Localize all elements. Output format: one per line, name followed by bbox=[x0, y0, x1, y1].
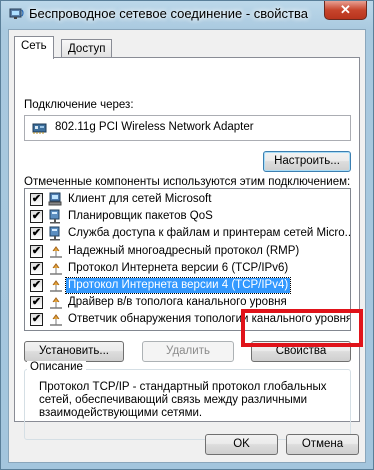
description-text: Протокол TCP/IP - стандартный протокол г… bbox=[39, 381, 327, 419]
component-checkbox[interactable]: ✔ bbox=[30, 193, 43, 206]
network-connection-icon bbox=[9, 7, 25, 21]
list-item-selected[interactable]: ✔ Протокол Интернета версии 4 (TCP/IPv4) bbox=[25, 277, 350, 294]
list-item[interactable]: ✔ Протокол Интернета версии 6 (TCP/IPv6) bbox=[25, 260, 350, 277]
protocol-icon bbox=[48, 278, 64, 293]
adapter-field: 802.11g PCI Wireless Network Adapter bbox=[24, 115, 351, 141]
component-checkbox[interactable]: ✔ bbox=[30, 313, 43, 326]
list-item[interactable]: ✔ Служба доступа к файлам и принтерам се… bbox=[25, 225, 350, 242]
list-item[interactable]: ✔ Планировщик пакетов QoS bbox=[25, 208, 350, 225]
properties-button[interactable]: Свойства bbox=[251, 341, 351, 362]
ok-button[interactable]: OK bbox=[205, 434, 278, 455]
component-label: Протокол Интернета версии 6 (TCP/IPv6) bbox=[68, 262, 289, 274]
tab-network[interactable]: Сеть bbox=[14, 36, 54, 59]
list-item[interactable]: ✔ Клиент для сетей Microsoft bbox=[25, 191, 350, 208]
component-checkbox[interactable]: ✔ bbox=[30, 227, 43, 240]
title-bar[interactable]: Беспроводное сетевое соединение - свойст… bbox=[1, 1, 373, 27]
component-label: Надежный многоадресный протокол (RMP) bbox=[68, 245, 300, 257]
install-button[interactable]: Установить... bbox=[24, 341, 124, 362]
component-label: Служба доступа к файлам и принтерам сете… bbox=[68, 227, 351, 239]
window-title: Беспроводное сетевое соединение - свойст… bbox=[29, 6, 308, 21]
list-item[interactable]: ✔ Ответчик обнаружения топологии канальн… bbox=[25, 311, 350, 328]
component-checkbox[interactable]: ✔ bbox=[30, 245, 43, 258]
properties-window: Беспроводное сетевое соединение - свойст… bbox=[0, 0, 374, 470]
description-title: Описание bbox=[27, 361, 86, 373]
components-list[interactable]: ✔ Клиент для сетей Microsoft ✔ Планировщ… bbox=[24, 188, 351, 331]
component-label: Планировщик пакетов QoS bbox=[68, 210, 213, 222]
list-item[interactable]: ✔ Надежный многоадресный протокол (RMP) bbox=[25, 243, 350, 260]
network-service-icon bbox=[48, 226, 64, 241]
tab-sharing[interactable]: Доступ bbox=[61, 39, 113, 57]
component-label: Ответчик обнаружения топологии канальног… bbox=[68, 313, 351, 325]
remove-button[interactable]: Удалить bbox=[142, 341, 234, 362]
network-adapter-icon bbox=[32, 121, 48, 135]
protocol-icon bbox=[48, 261, 64, 276]
protocol-icon bbox=[48, 312, 64, 327]
network-client-icon bbox=[48, 192, 64, 207]
component-checkbox[interactable]: ✔ bbox=[30, 262, 43, 275]
adapter-name: 802.11g PCI Wireless Network Adapter bbox=[55, 121, 254, 133]
component-label: Драйвер в/в тополога канального уровня bbox=[68, 296, 287, 308]
dialog-client-area: Сеть Доступ Подключение через: 802.11g P… bbox=[8, 29, 366, 463]
component-checkbox[interactable]: ✔ bbox=[30, 279, 43, 292]
connect-using-label: Подключение через: bbox=[24, 99, 134, 111]
component-label: Клиент для сетей Microsoft bbox=[68, 193, 212, 205]
cancel-button[interactable]: Отмена bbox=[286, 434, 359, 455]
components-label: Отмеченные компоненты используются этим … bbox=[24, 176, 351, 188]
close-button[interactable]: ✕ bbox=[324, 1, 367, 20]
protocol-icon bbox=[48, 244, 64, 259]
list-item[interactable]: ✔ Драйвер в/в тополога канального уровня bbox=[25, 294, 350, 311]
protocol-icon bbox=[48, 295, 64, 310]
network-service-icon bbox=[48, 209, 64, 224]
configure-button[interactable]: Настроить... bbox=[263, 151, 351, 172]
network-tab-panel: Подключение через: 802.11g PCI Wireless … bbox=[14, 57, 360, 440]
component-label: Протокол Интернета версии 4 (TCP/IPv4) bbox=[64, 277, 292, 294]
component-checkbox[interactable]: ✔ bbox=[30, 210, 43, 223]
component-checkbox[interactable]: ✔ bbox=[30, 296, 43, 309]
